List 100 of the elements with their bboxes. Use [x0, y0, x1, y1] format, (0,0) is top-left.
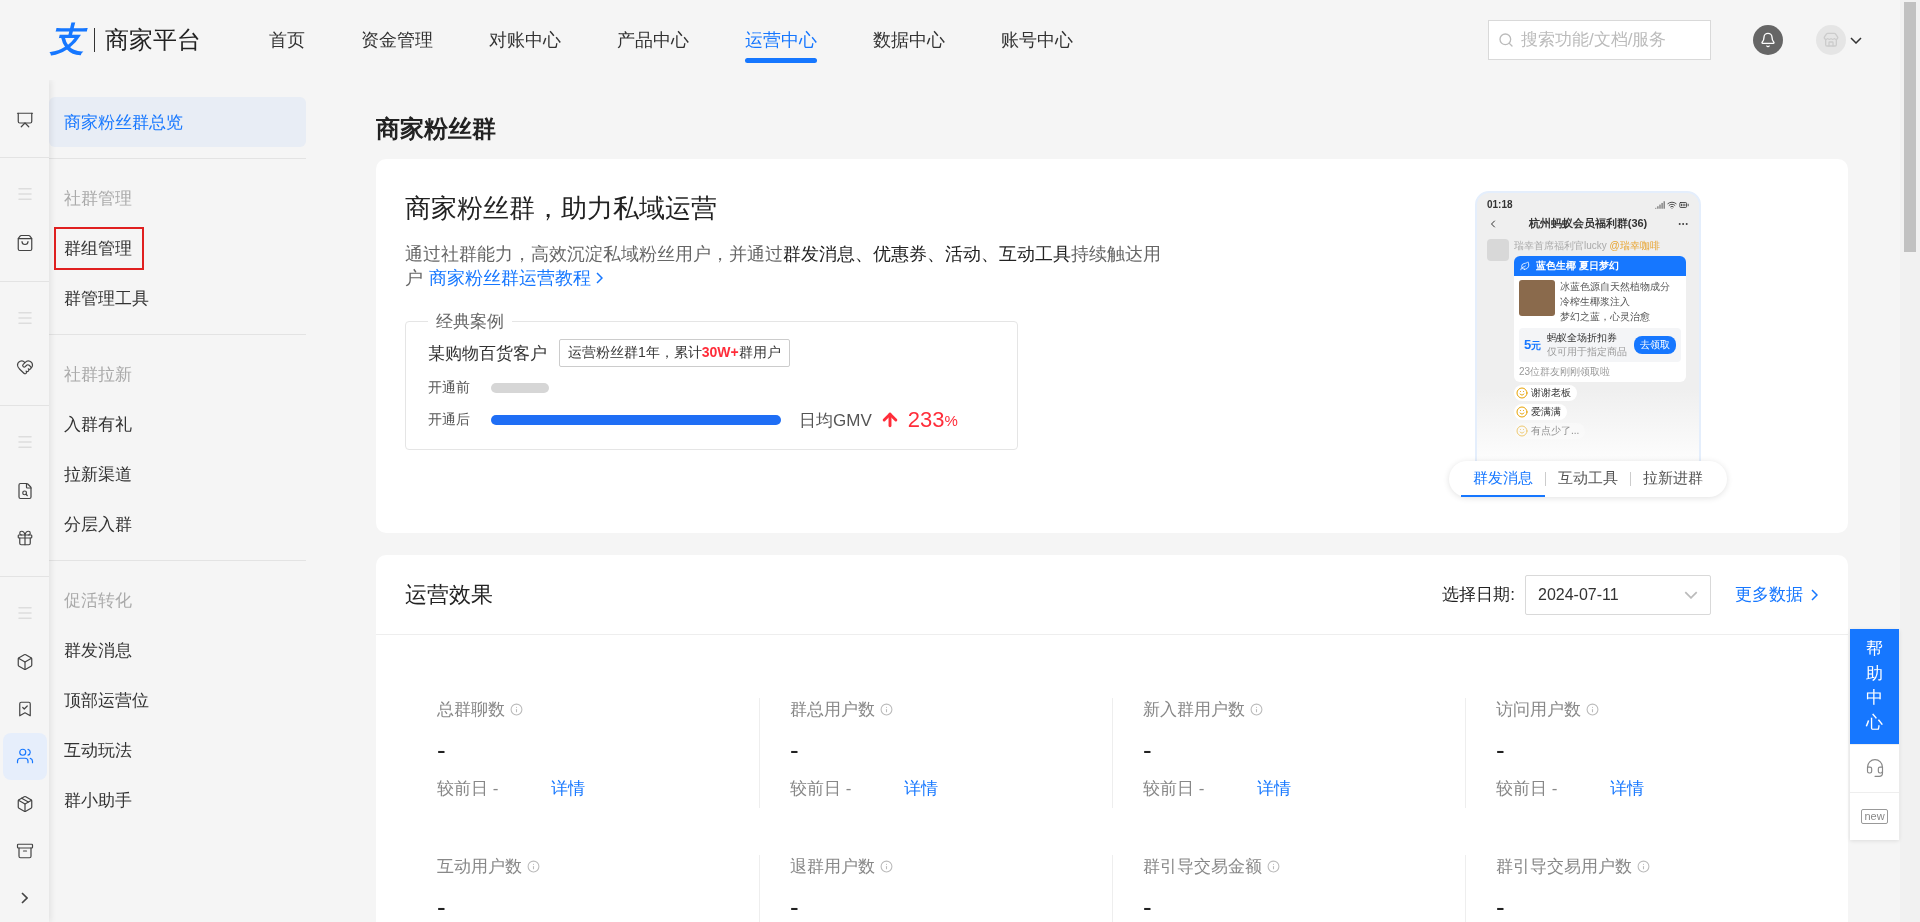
feature-tab[interactable]: 互动工具 [1546, 461, 1630, 497]
detail-link[interactable]: 详情 [551, 777, 585, 800]
users-icon [15, 747, 34, 766]
metric-label: 总群聊数 [437, 699, 505, 721]
help-center-button[interactable]: 帮助中心 [1850, 629, 1899, 744]
metric-label: 访问用户数 [1496, 699, 1581, 721]
nav-tab[interactable]: 产品中心 [617, 0, 689, 80]
client-name: 某购物百货客户 [428, 342, 547, 365]
reply-text: 有点少了... [1531, 424, 1580, 438]
sidebar-item[interactable]: 拉新渠道 [49, 449, 306, 499]
store-icon [1823, 32, 1839, 48]
sidebar-item[interactable]: 群组管理 [49, 223, 306, 273]
metric-label: 日均GMV [799, 409, 872, 432]
reply-text: 谢谢老板 [1531, 386, 1571, 400]
detail-link[interactable]: 详情 [904, 777, 938, 800]
sidebar-item[interactable]: 商家粉丝群总览 [49, 97, 306, 147]
card-title: 蓝色生椰 夏日梦幻 [1536, 259, 1619, 273]
detail-link[interactable]: 详情 [1257, 777, 1291, 800]
section-title: 运营效果 [405, 580, 494, 609]
intro-description: 通过社群能力，高效沉淀私域粉丝用户，并通过群发消息、优惠券、活动、互动工具持续触达用户 商家粉丝群运营教程 [405, 243, 1162, 290]
metric-value: - [437, 735, 447, 767]
info-icon[interactable] [527, 860, 540, 873]
metric-value: - [1496, 735, 1506, 767]
sidebar-item[interactable]: 分层入群 [49, 499, 306, 549]
scrollbar-thumb[interactable] [1904, 2, 1916, 252]
headset-icon [1864, 758, 1885, 779]
info-icon[interactable] [1637, 860, 1650, 873]
metric-value: - [790, 735, 800, 767]
sidebar-item[interactable]: 群发消息 [49, 625, 306, 675]
intro-title: 商家粉丝群，助力私域运营 [405, 192, 718, 225]
bell-icon [1760, 32, 1776, 48]
sidebar-item[interactable]: 群管理工具 [49, 273, 306, 323]
metric-compare: 较前日 - [790, 778, 853, 800]
info-icon[interactable] [880, 860, 893, 873]
platform-name: 商家平台 [105, 25, 201, 55]
wifi-icon [1667, 199, 1677, 210]
chat-title: 杭州蚂蚁会员福利群(36) [1528, 216, 1648, 231]
case-legend: 经典案例 [428, 310, 512, 333]
metric-label: 群引导交易用户数 [1496, 856, 1632, 878]
nav-tab[interactable]: 账号中心 [1001, 0, 1073, 80]
emoji-icon [1516, 387, 1528, 399]
coupon-title: 蚂蚁全场折扣券 [1547, 331, 1619, 345]
metric-label: 新入群用户数 [1143, 699, 1245, 721]
signal-icon [1655, 199, 1665, 210]
metric-compare: 较前日 - [437, 778, 500, 800]
feature-tab[interactable]: 群发消息 [1461, 461, 1545, 497]
reply-text: 爱满满 [1531, 405, 1561, 419]
search-field[interactable]: 搜索功能/文档/服务 [1488, 20, 1711, 60]
search-icon [1498, 32, 1514, 48]
chevron-down-icon [1850, 36, 1862, 44]
battery-icon [1679, 199, 1689, 210]
sidebar-item[interactable]: 互动玩法 [49, 725, 306, 775]
phone-time: 01:18 [1487, 199, 1513, 210]
customer-service-button[interactable] [1850, 743, 1899, 792]
leaf-icon [1520, 261, 1530, 271]
account-menu-button[interactable] [1816, 25, 1862, 55]
shopping-bag-icon [15, 234, 34, 253]
nav-tab[interactable]: 资金管理 [361, 0, 433, 80]
nav-tab[interactable]: 对账中心 [489, 0, 561, 80]
chevron-down-icon [1684, 590, 1698, 599]
metric-compare: 较前日 - [1496, 778, 1559, 800]
tutorial-link[interactable]: 商家粉丝群运营教程 [429, 268, 603, 288]
sidebar-item[interactable]: 群小助手 [49, 775, 306, 825]
metric-value: - [1496, 892, 1506, 922]
coupon-amount: 5元 [1524, 337, 1542, 353]
claim-button[interactable]: 去领取 [1634, 336, 1676, 354]
more-data-link[interactable]: 更多数据 [1735, 583, 1818, 606]
document-icon [15, 481, 34, 500]
date-label: 选择日期: [1442, 584, 1515, 606]
case-tag: 运营粉丝群1年，累计30W+群用户 [559, 339, 790, 367]
date-select[interactable]: 2024-07-11 [1525, 574, 1711, 615]
sidebar-heading: 社群管理 [63, 187, 133, 210]
info-icon[interactable] [880, 703, 893, 716]
sidebar-item[interactable]: 入群有礼 [49, 399, 306, 449]
feature-text: 冰蓝色源自天然植物成分 [1560, 280, 1670, 294]
page-title: 商家粉丝群 [376, 113, 497, 144]
nav-tab[interactable]: 首页 [269, 0, 305, 80]
package-icon [15, 794, 34, 813]
emoji-icon [1516, 425, 1528, 437]
whats-new-button[interactable]: new [1850, 791, 1899, 840]
nav-tab[interactable]: 运营中心 [745, 0, 817, 80]
info-icon[interactable] [510, 703, 523, 716]
feature-tab[interactable]: 拉新进群 [1631, 461, 1715, 497]
info-icon[interactable] [1267, 860, 1280, 873]
notification-button[interactable] [1753, 25, 1783, 55]
info-icon[interactable] [1586, 703, 1599, 716]
sidebar-heading: 促活转化 [63, 589, 133, 612]
metric-label: 群总用户数 [790, 699, 875, 721]
info-icon[interactable] [1250, 703, 1263, 716]
chevron-right-icon [1811, 588, 1818, 601]
metric-label: 互动用户数 [437, 856, 522, 878]
detail-link[interactable]: 详情 [1610, 777, 1644, 800]
growth-value: 233% [907, 407, 958, 433]
nav-tab[interactable]: 数据中心 [873, 0, 945, 80]
sidebar-heading: 社群拉新 [63, 363, 133, 386]
chart-icon [15, 110, 34, 129]
chevron-right-icon [21, 892, 28, 905]
claimed-text: 23位群友刚刚领取啦 [1518, 365, 1612, 379]
metric-label: 群引导交易金额 [1143, 856, 1262, 878]
sidebar-item[interactable]: 顶部运营位 [49, 675, 306, 725]
